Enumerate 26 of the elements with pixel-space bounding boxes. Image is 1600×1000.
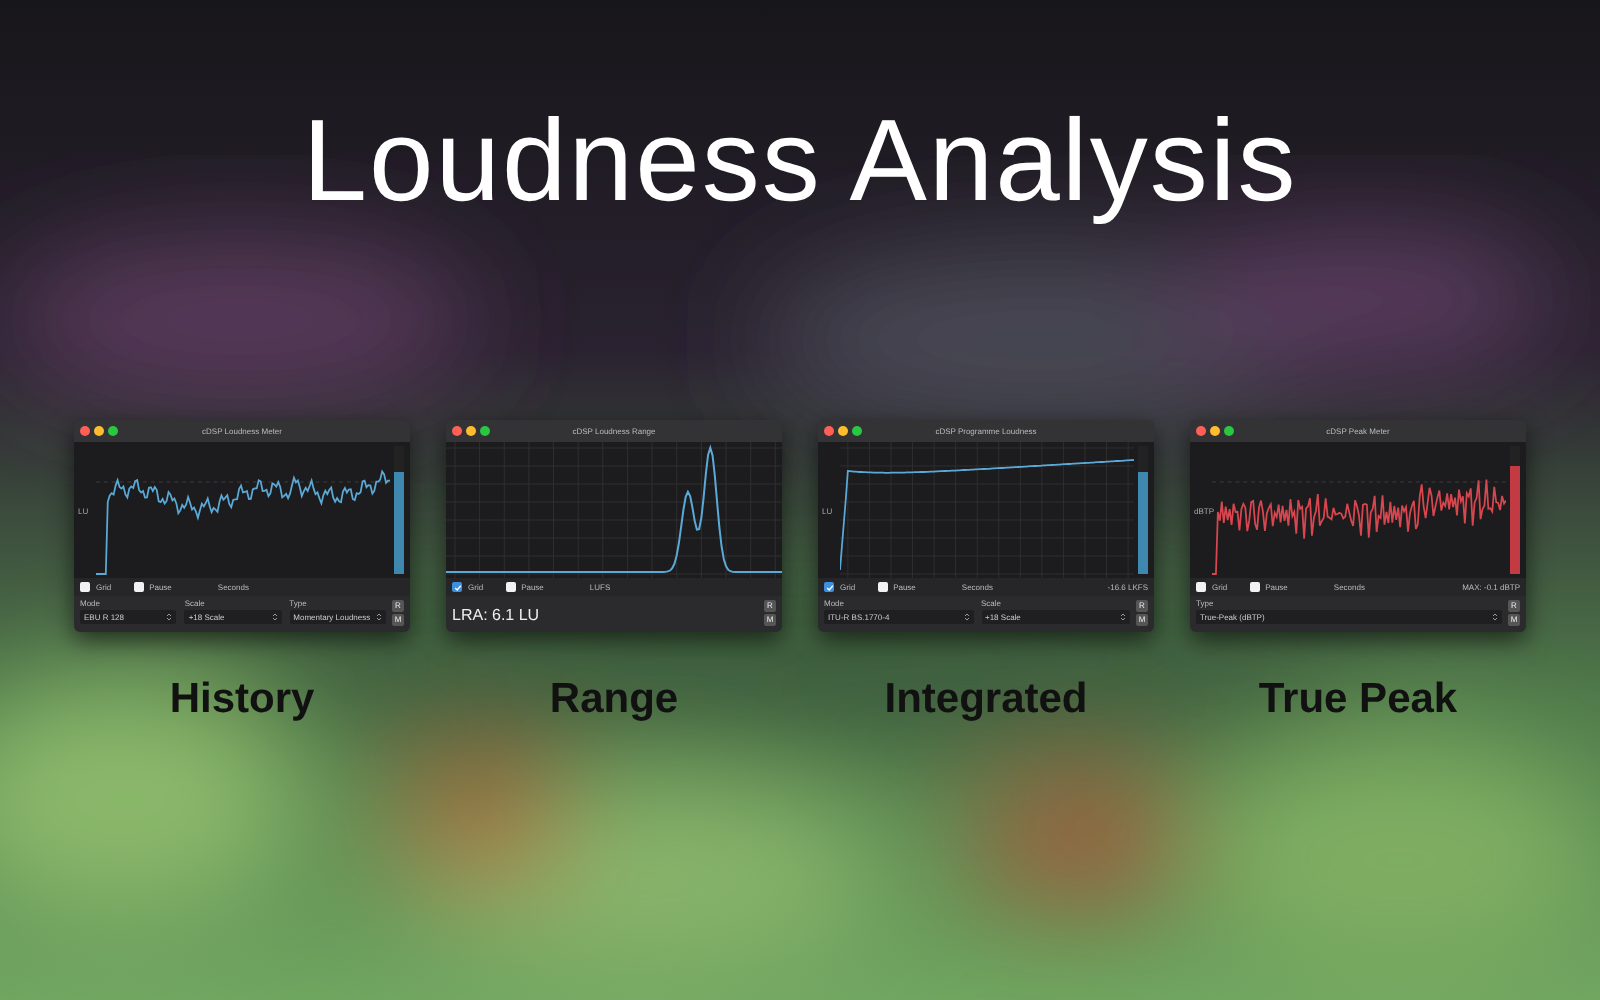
close-button[interactable] (80, 426, 90, 436)
zoom-button[interactable] (1224, 426, 1234, 436)
pause-checkbox[interactable] (1249, 582, 1260, 592)
minimize-button[interactable] (1210, 426, 1220, 436)
grid-checkbox[interactable] (452, 582, 462, 592)
minimize-button[interactable] (94, 426, 104, 436)
zoom-button[interactable] (108, 426, 118, 436)
range-readout: LRA: 6.1 LU (452, 605, 542, 623)
grid-checkbox[interactable] (1196, 582, 1206, 592)
zoom-button[interactable] (852, 426, 862, 436)
panel-caption: Range (549, 676, 679, 724)
close-button[interactable] (824, 426, 834, 436)
panel-caption: History (169, 676, 315, 724)
panel-caption: True Peak (1258, 676, 1458, 724)
grid-checkbox[interactable] (80, 582, 90, 592)
zoom-button[interactable] (480, 426, 490, 436)
pause-checkbox[interactable] (505, 582, 516, 592)
grid-checkbox[interactable] (824, 582, 834, 592)
pause-checkbox[interactable] (133, 582, 144, 592)
close-button[interactable] (452, 426, 462, 436)
close-button[interactable] (1196, 426, 1206, 436)
minimize-button[interactable] (838, 426, 848, 436)
page-title: Loudness Analysis (302, 94, 1298, 230)
panel-caption: Integrated (884, 676, 1088, 724)
minimize-button[interactable] (466, 426, 476, 436)
pause-checkbox[interactable] (877, 582, 888, 592)
